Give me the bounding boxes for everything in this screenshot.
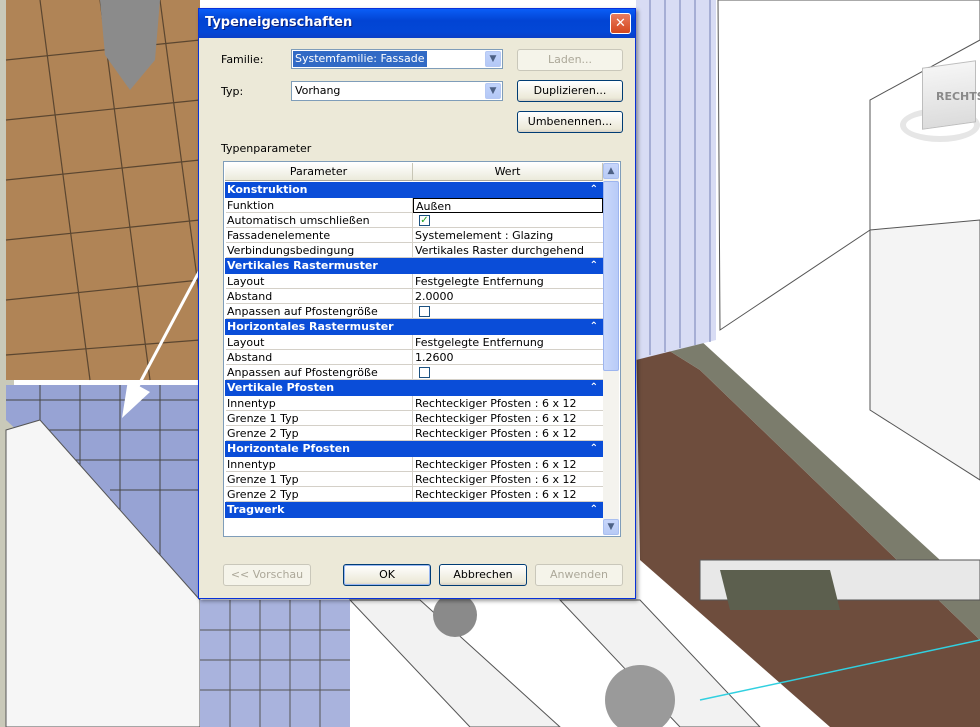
table-row[interactable]: Fassadenelemente Systemelement : Glazing [225,228,603,243]
parameter-name: Grenze 2 Typ [226,487,413,502]
familie-select[interactable]: Systemfamilie: Fassade ▼ [291,49,503,69]
familie-value: Systemfamilie: Fassade [293,51,427,67]
close-icon: ✕ [615,16,626,31]
parameter-value[interactable]: ✓ [413,213,603,228]
group-title: Vertikale Pfosten [227,381,335,394]
checkbox[interactable] [419,306,430,317]
group-header[interactable]: Horizontale Pfosten ⌃ [225,441,603,457]
table-row[interactable]: Abstand 2.0000 [225,289,603,304]
group-title: Horizontales Rastermuster [227,320,394,333]
column-header-wert[interactable]: Wert [413,163,603,181]
collapse-chevron-icon[interactable]: ⌃ [590,441,598,457]
parameter-name: Layout [226,335,413,350]
vorschau-button[interactable]: << Vorschau [223,564,311,586]
column-header-parameter[interactable]: Parameter [225,163,413,181]
scroll-thumb[interactable] [603,181,619,371]
parameter-name: Grenze 2 Typ [226,426,413,441]
viewcube-label[interactable]: RECHTS [936,90,980,103]
parameter-name: Innentyp [226,457,413,472]
collapse-chevron-icon[interactable]: ⌃ [590,380,598,396]
group-title: Konstruktion [227,183,308,196]
parameter-value[interactable]: Rechteckiger Pfosten : 6 x 12 [413,396,603,411]
parameter-name: Grenze 1 Typ [226,472,413,487]
scroll-up-button[interactable]: ▲ [603,163,619,179]
group-header[interactable]: Horizontales Rastermuster ⌃ [225,319,603,335]
vertical-scrollbar[interactable]: ▲ ▼ [603,163,619,535]
laden-button[interactable]: Laden... [517,49,623,71]
parameter-value[interactable]: Systemelement : Glazing [413,228,603,243]
abbrechen-button[interactable]: Abbrechen [439,564,527,586]
table-row[interactable]: Abstand 1.2600 [225,350,603,365]
group-title: Tragwerk [227,503,285,516]
table-row[interactable]: Automatisch umschließen ✓ [225,213,603,228]
ok-button[interactable]: OK [343,564,431,586]
collapse-chevron-icon[interactable]: ⌃ [590,182,598,198]
parameter-grid: Parameter Wert Konstruktion ⌃ Funktion Auße… [223,161,621,537]
umbenennen-button[interactable]: Umbenennen... [517,111,623,133]
table-row[interactable]: Layout Festgelegte Entfernung [225,335,603,350]
parameter-value[interactable]: Rechteckiger Pfosten : 6 x 12 [413,487,603,502]
typ-select[interactable]: Vorhang ▼ [291,81,503,101]
parameter-name: Layout [226,274,413,289]
table-row[interactable]: Anpassen auf Pfostengröße [225,365,603,380]
familie-label: Familie: [221,53,264,66]
group-header[interactable]: Konstruktion ⌃ [225,182,603,198]
parameter-name: Anpassen auf Pfostengröße [226,365,413,380]
table-row[interactable]: Layout Festgelegte Entfernung [225,274,603,289]
group-header[interactable]: Vertikale Pfosten ⌃ [225,380,603,396]
close-button[interactable]: ✕ [610,13,631,34]
parameter-name: Abstand [226,289,413,304]
parameter-name: Anpassen auf Pfostengröße [226,304,413,319]
parameter-value[interactable]: Rechteckiger Pfosten : 6 x 12 [413,411,603,426]
table-row[interactable]: Funktion Außen [225,198,603,213]
parameter-name: Fassadenelemente [226,228,413,243]
parameter-value[interactable]: Rechteckiger Pfosten : 6 x 12 [413,426,603,441]
table-row[interactable]: Innentyp Rechteckiger Pfosten : 6 x 12 [225,396,603,411]
duplizieren-button[interactable]: Duplizieren... [517,80,623,102]
title-bar[interactable]: Typeneigenschaften ✕ [199,9,635,38]
chevron-down-icon[interactable]: ▼ [485,83,501,99]
table-row[interactable]: Grenze 1 Typ Rechteckiger Pfosten : 6 x 1… [225,472,603,487]
checkbox[interactable]: ✓ [419,215,430,226]
parameter-value[interactable] [413,365,603,380]
anwenden-button[interactable]: Anwenden [535,564,623,586]
group-title: Horizontale Pfosten [227,442,350,455]
typenparameter-label: Typenparameter [221,142,312,155]
parameter-name: Abstand [226,350,413,365]
table-row[interactable]: Innentyp Rechteckiger Pfosten : 6 x 12 [225,457,603,472]
parameter-value[interactable]: Außen [413,198,603,213]
group-title: Vertikales Rastermuster [227,259,378,272]
parameter-name: Verbindungsbedingung [226,243,413,258]
parameter-value[interactable]: Rechteckiger Pfosten : 6 x 12 [413,472,603,487]
group-header[interactable]: Vertikales Rastermuster ⌃ [225,258,603,274]
scroll-down-button[interactable]: ▼ [603,519,619,535]
table-row[interactable]: Grenze 1 Typ Rechteckiger Pfosten : 6 x 1… [225,411,603,426]
table-row[interactable]: Verbindungsbedingung Vertikales Raster du… [225,243,603,258]
table-row[interactable]: Grenze 2 Typ Rechteckiger Pfosten : 6 x 1… [225,426,603,441]
parameter-value[interactable]: Vertikales Raster durchgehend [413,243,603,258]
parameter-name: Innentyp [226,396,413,411]
checkbox[interactable] [419,367,430,378]
collapse-chevron-icon[interactable]: ⌃ [590,258,598,274]
group-header[interactable]: Tragwerk ⌃ [225,502,603,518]
typ-value: Vorhang [295,84,341,97]
chevron-down-icon[interactable]: ▼ [485,51,501,67]
collapse-chevron-icon[interactable]: ⌃ [590,502,598,518]
parameter-name: Grenze 1 Typ [226,411,413,426]
parameter-name: Automatisch umschließen [226,213,413,228]
table-row[interactable]: Grenze 2 Typ Rechteckiger Pfosten : 6 x 1… [225,487,603,502]
type-properties-dialog: Typeneigenschaften ✕ Familie: Systemfami… [198,8,636,599]
parameter-value[interactable]: 1.2600 [413,350,603,365]
parameter-value[interactable]: Festgelegte Entfernung [413,274,603,289]
viewcube[interactable]: RECHTS [900,60,980,160]
typ-label: Typ: [221,85,244,98]
collapse-chevron-icon[interactable]: ⌃ [590,319,598,335]
parameter-value[interactable]: Festgelegte Entfernung [413,335,603,350]
parameter-name: Funktion [226,198,413,213]
dialog-title: Typeneigenschaften [205,15,353,30]
parameter-value[interactable] [413,304,603,319]
table-row[interactable]: Anpassen auf Pfostengröße [225,304,603,319]
parameter-value[interactable]: Rechteckiger Pfosten : 6 x 12 [413,457,603,472]
parameter-value[interactable]: 2.0000 [413,289,603,304]
